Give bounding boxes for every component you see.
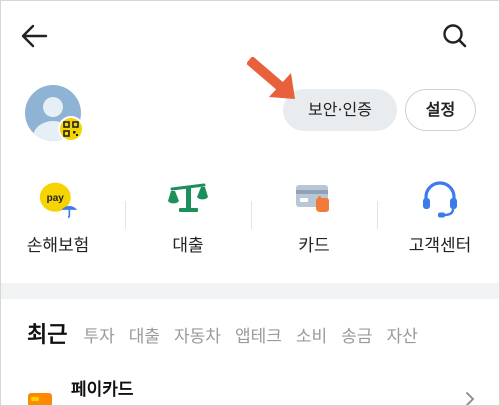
quick-menu-loan[interactable]: 대출 bbox=[133, 179, 243, 259]
category-tabs: 최근 투자 대출 자동차 앱테크 소비 송금 자산 bbox=[27, 317, 432, 353]
headset-icon bbox=[423, 181, 457, 218]
quick-menu-label: 고객센터 bbox=[408, 236, 472, 256]
divider bbox=[377, 201, 378, 229]
quick-menu-insurance[interactable]: pay 손해보험 bbox=[3, 179, 113, 259]
tab-transfer[interactable]: 송금 bbox=[341, 322, 372, 347]
tab-apptech[interactable]: 앱테크 bbox=[235, 322, 282, 347]
tab-assets[interactable]: 자산 bbox=[386, 322, 417, 347]
back-button[interactable] bbox=[19, 21, 51, 51]
divider bbox=[251, 201, 252, 229]
search-button[interactable] bbox=[439, 21, 471, 51]
tab-invest[interactable]: 투자 bbox=[83, 322, 114, 347]
tab-loan[interactable]: 대출 bbox=[129, 322, 160, 347]
pointer-arrow-icon bbox=[247, 57, 295, 99]
settings-button[interactable]: 설정 bbox=[405, 89, 476, 131]
tab-spending[interactable]: 소비 bbox=[296, 322, 327, 347]
app-screen: 보안·인증 설정 pay 손해보험 대출 카드 고객센터 최근 투자 대출 자동… bbox=[0, 0, 500, 406]
quick-menu-label: 카드 bbox=[298, 236, 330, 256]
list-item[interactable]: 페이카드 bbox=[1, 373, 499, 405]
back-arrow-icon bbox=[21, 24, 48, 48]
pay-card-icon bbox=[28, 393, 52, 405]
scale-icon bbox=[168, 183, 208, 212]
quick-menu-label: 대출 bbox=[172, 236, 204, 256]
pay-umbrella-icon: pay bbox=[39, 182, 78, 218]
quick-menu-label: 손해보험 bbox=[26, 236, 90, 256]
qr-code-icon bbox=[63, 121, 79, 137]
section-separator bbox=[1, 283, 499, 299]
tab-car[interactable]: 자동차 bbox=[174, 322, 221, 347]
chevron-right-icon bbox=[466, 392, 475, 405]
card-icon bbox=[296, 185, 329, 212]
search-icon bbox=[443, 24, 467, 48]
divider bbox=[125, 201, 126, 229]
list-item-title: 페이카드 bbox=[71, 380, 134, 400]
tab-recent[interactable]: 최근 bbox=[27, 317, 67, 349]
quick-menu-customer-center[interactable]: 고객센터 bbox=[385, 179, 495, 259]
svg-text:pay: pay bbox=[47, 193, 65, 204]
qr-code-button[interactable] bbox=[58, 116, 84, 142]
quick-menu-card[interactable]: 카드 bbox=[259, 179, 369, 259]
